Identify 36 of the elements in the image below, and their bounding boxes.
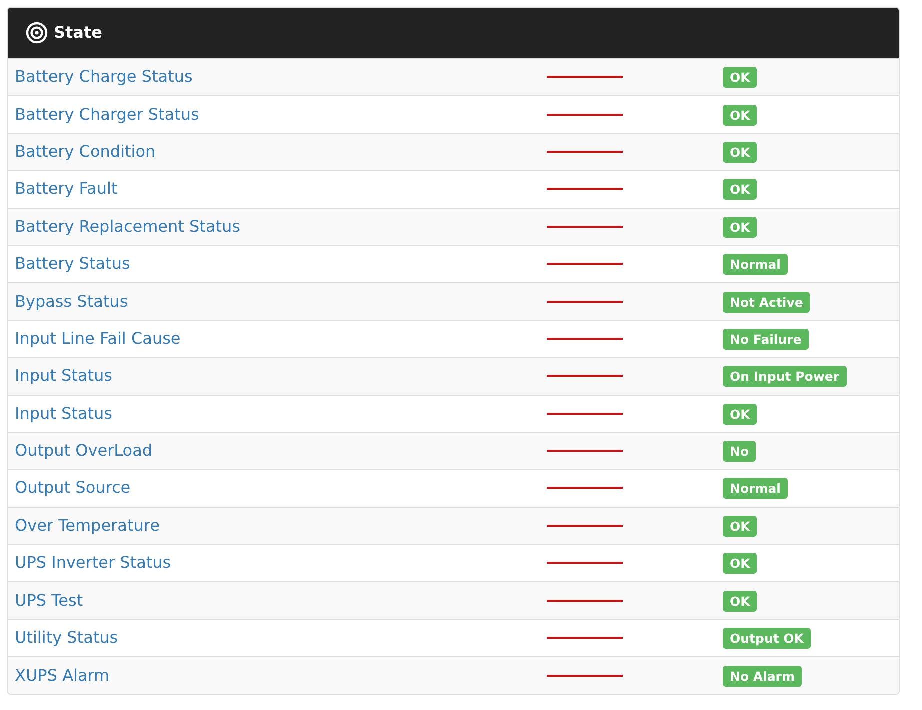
sensor-link[interactable]: XUPS Alarm	[15, 666, 110, 685]
status-badge: No Failure	[723, 328, 809, 350]
status-badge: No Alarm	[723, 666, 802, 687]
status-badge: OK	[723, 404, 758, 425]
sensor-link[interactable]: UPS Inverter Status	[15, 553, 172, 572]
status-badge: Normal	[723, 478, 788, 500]
sensor-link[interactable]: Output OverLoad	[15, 441, 153, 460]
status-badge: OK	[723, 67, 758, 88]
status-badge: Output OK	[723, 628, 811, 650]
sensor-link[interactable]: Input Status	[15, 366, 112, 386]
status-badge: OK	[723, 516, 758, 537]
sensor-link[interactable]: Battery Condition	[15, 142, 156, 161]
status-badge: OK	[723, 553, 758, 574]
sensor-link[interactable]: Input Status	[15, 404, 112, 423]
sensor-link[interactable]: Battery Charge Status	[15, 67, 193, 86]
panel-title: State	[54, 22, 102, 44]
status-badge: Not Active	[723, 292, 810, 313]
sensor-link[interactable]: Battery Status	[15, 254, 130, 274]
sensor-link[interactable]: Battery Fault	[15, 179, 118, 198]
sensor-link[interactable]: Output Source	[15, 478, 131, 498]
status-badge: No	[723, 441, 756, 462]
status-badge: OK	[723, 142, 758, 163]
status-badge: Normal	[723, 254, 788, 276]
sensor-link[interactable]: UPS Test	[15, 590, 84, 610]
status-badge: OK	[723, 104, 758, 126]
sensor-link[interactable]: Battery Replacement Status	[15, 216, 241, 236]
status-badge: OK	[723, 179, 758, 200]
sensor-link[interactable]: Battery Charger Status	[15, 104, 200, 124]
status-badge: On Input Power	[723, 366, 847, 388]
status-badge: OK	[723, 216, 758, 238]
status-badge: OK	[723, 590, 758, 612]
sensor-link[interactable]: Bypass Status	[15, 292, 128, 311]
target-icon	[26, 22, 48, 44]
sensor-link[interactable]: Input Line Fail Cause	[15, 328, 181, 348]
sensor-link[interactable]: Over Temperature	[15, 516, 160, 535]
sensor-link[interactable]: Utility Status	[15, 628, 118, 648]
